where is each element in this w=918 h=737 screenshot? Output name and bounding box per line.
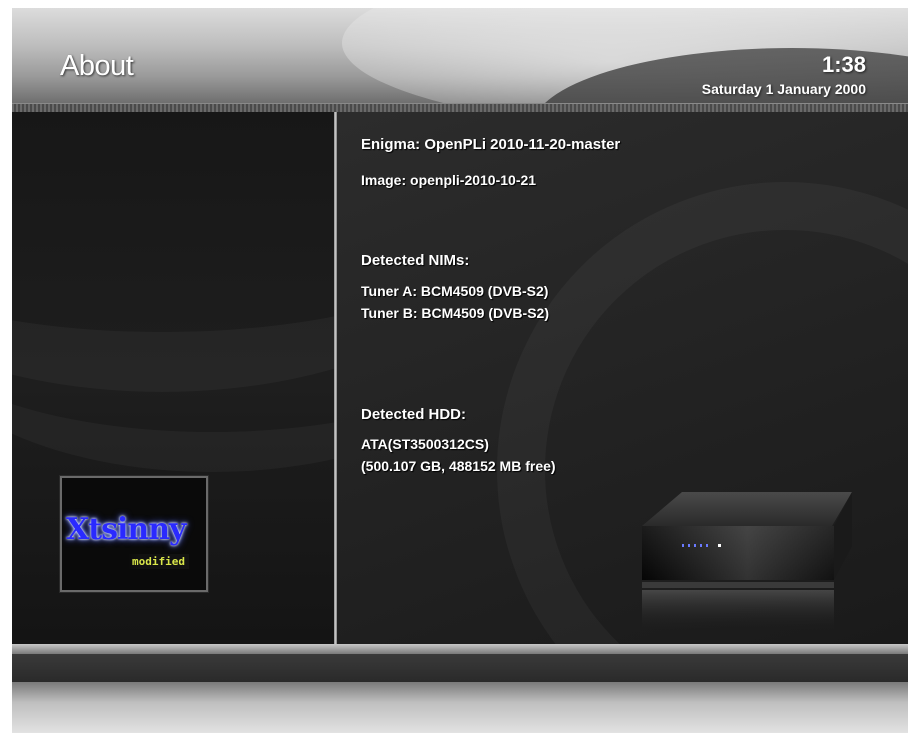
hdd-capacity: (500.107 GB, 488152 MB free) [361,458,556,474]
tv-screen: About 1:38 Saturday 1 January 2000 Xtsin… [12,8,908,733]
nims-heading: Detected NIMs: [361,252,470,269]
skin-logo-text: Xtsinny [66,512,186,547]
footer-bar [12,654,908,682]
left-panel: Xtsinny modified [12,112,334,644]
skin-logo-subtext: modified [128,554,189,569]
hdd-heading: Detected HDD: [361,406,467,423]
info-panel: Enigma: OpenPLi 2010-11-20-master Image:… [337,112,908,644]
tuner-a: Tuner A: BCM4509 (DVB-S2) [361,283,549,299]
main-content: Xtsinny modified Enigma: OpenPLi 2010-11… [12,112,908,644]
page-title: About [60,50,134,82]
clock-date: Saturday 1 January 2000 [701,81,866,97]
header-bar: About 1:38 Saturday 1 January 2000 [12,8,908,103]
receiver-device-icon [642,492,852,630]
image-version: Image: openpli-2010-10-21 [361,172,537,188]
tuner-b: Tuner B: BCM4509 (DVB-S2) [361,305,549,321]
hdd-model: ATA(ST3500312CS) [361,436,489,452]
clock-time: 1:38 [821,52,866,77]
skin-logo: Xtsinny modified [60,476,208,592]
footer-gradient [12,682,908,733]
footer-divider [12,644,908,654]
enigma-version: Enigma: OpenPLi 2010-11-20-master [361,136,621,153]
background-wave-decoration [12,172,334,472]
